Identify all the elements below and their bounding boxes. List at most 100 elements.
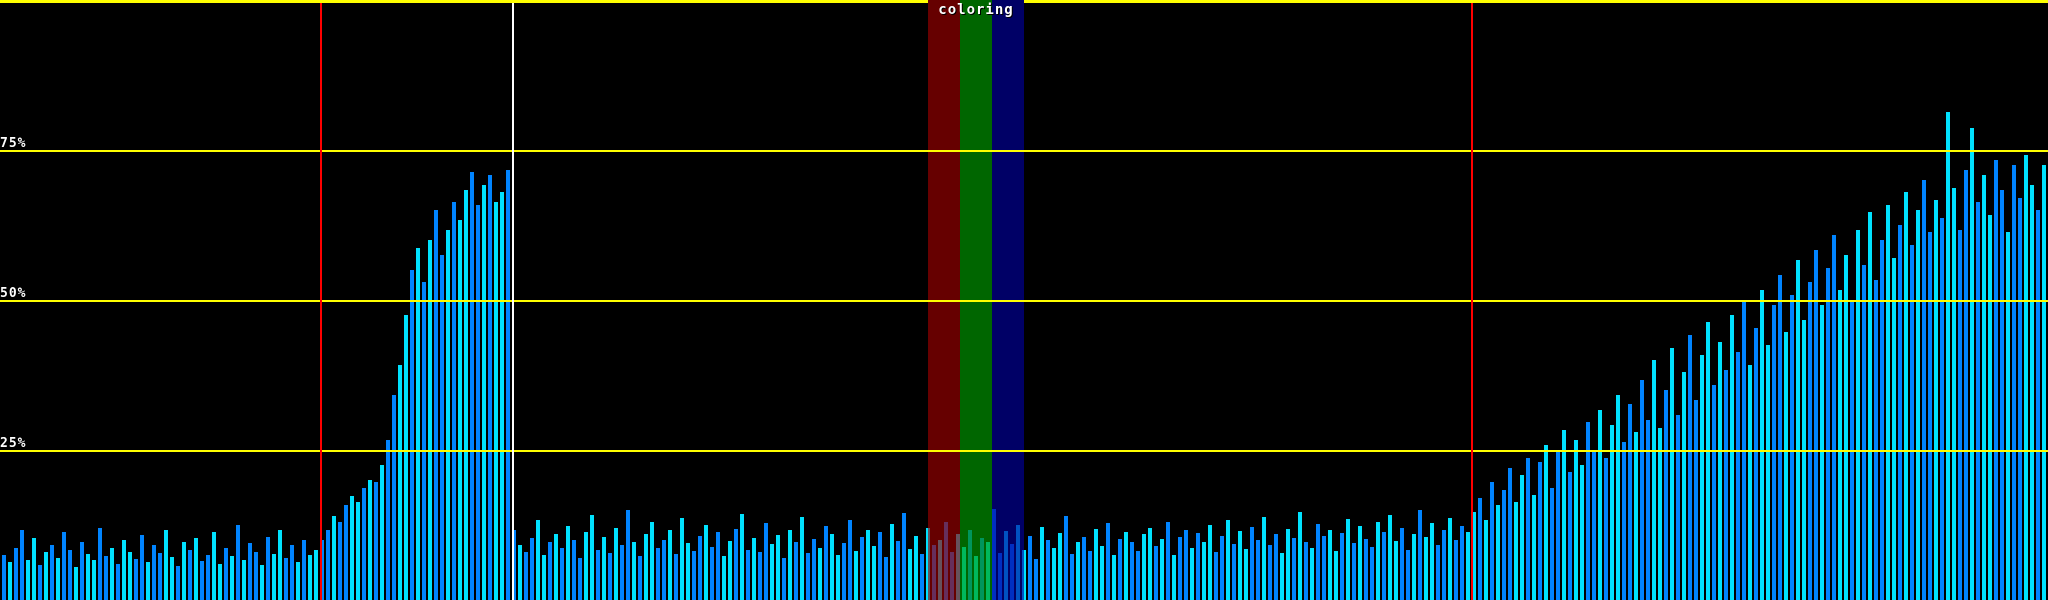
bar [494,202,498,600]
bar [566,526,570,600]
bar [1970,128,1974,600]
bar [1712,385,1716,600]
bar [1496,505,1500,600]
bar [1706,322,1710,600]
bar [1880,240,1884,600]
bar [572,540,576,600]
bar [800,517,804,600]
bar [2,555,6,600]
bar [458,220,462,600]
bar [1508,468,1512,600]
bar [896,541,900,600]
bar [206,555,210,600]
histogram-canvas[interactable]: 75% 50% 25% coloring [0,0,2048,600]
bar [98,528,102,600]
bar [1436,545,1440,600]
bar [164,530,168,600]
bar [704,525,708,600]
bar [2012,165,2016,600]
bar [56,558,60,600]
bar [308,555,312,600]
bar [1148,528,1152,600]
bar [386,440,390,600]
bar [1166,522,1170,600]
bar [1076,542,1080,600]
bar [1910,245,1914,600]
bar [1622,442,1626,600]
bar [542,555,546,600]
bar [74,567,78,600]
bar [638,556,642,600]
bar [1484,520,1488,600]
bar [1244,549,1248,600]
bar [1466,532,1470,600]
bar [1778,275,1782,600]
bar [1760,290,1764,600]
bar [830,534,834,600]
bar [1922,180,1926,600]
bar [1958,230,1962,600]
bar [1238,531,1242,600]
bar [590,515,594,600]
bar [1646,420,1650,600]
bar [362,488,366,600]
bar [1178,537,1182,600]
bar [1478,498,1482,600]
bar [1664,390,1668,600]
bar [1190,548,1194,600]
bar [770,544,774,600]
bar [488,175,492,600]
bar [410,270,414,600]
bar [1448,518,1452,600]
bar [68,550,72,600]
bar [1784,332,1788,600]
bar [1070,554,1074,600]
bar [284,558,288,600]
bar [440,255,444,600]
bar [1280,553,1284,600]
y-axis-label: 25% [0,436,27,451]
bar [1262,517,1266,600]
bar [92,560,96,600]
bar [536,520,540,600]
bar [716,532,720,600]
bar [1766,345,1770,600]
bar [1268,545,1272,600]
bar [314,550,318,600]
bar [1160,539,1164,600]
bar [596,550,600,600]
bar [182,542,186,600]
bar [728,541,732,600]
bar [1040,527,1044,600]
bar [434,210,438,600]
bar [692,551,696,600]
bar [1748,365,1752,600]
bar [1100,546,1104,600]
bar [914,536,918,600]
bar [1820,305,1824,600]
bar [806,553,810,600]
coloring-legend-label: coloring [938,2,1014,18]
bar [734,529,738,600]
bar [1838,290,1842,600]
bar [1352,543,1356,600]
bar [1580,465,1584,600]
bar [1358,526,1362,600]
bar [146,562,150,600]
bar [530,538,534,600]
bar [1226,520,1230,600]
bar [194,538,198,600]
bar [446,230,450,600]
bar [764,523,768,600]
bar [740,514,744,600]
bar [1370,547,1374,600]
bar [38,565,42,600]
bar [254,552,258,600]
bar [872,546,876,600]
bar [1808,282,1812,600]
bar [1682,372,1686,600]
bar [464,190,468,600]
bar [2000,190,2004,600]
bar [1406,550,1410,600]
bar [1886,205,1890,600]
